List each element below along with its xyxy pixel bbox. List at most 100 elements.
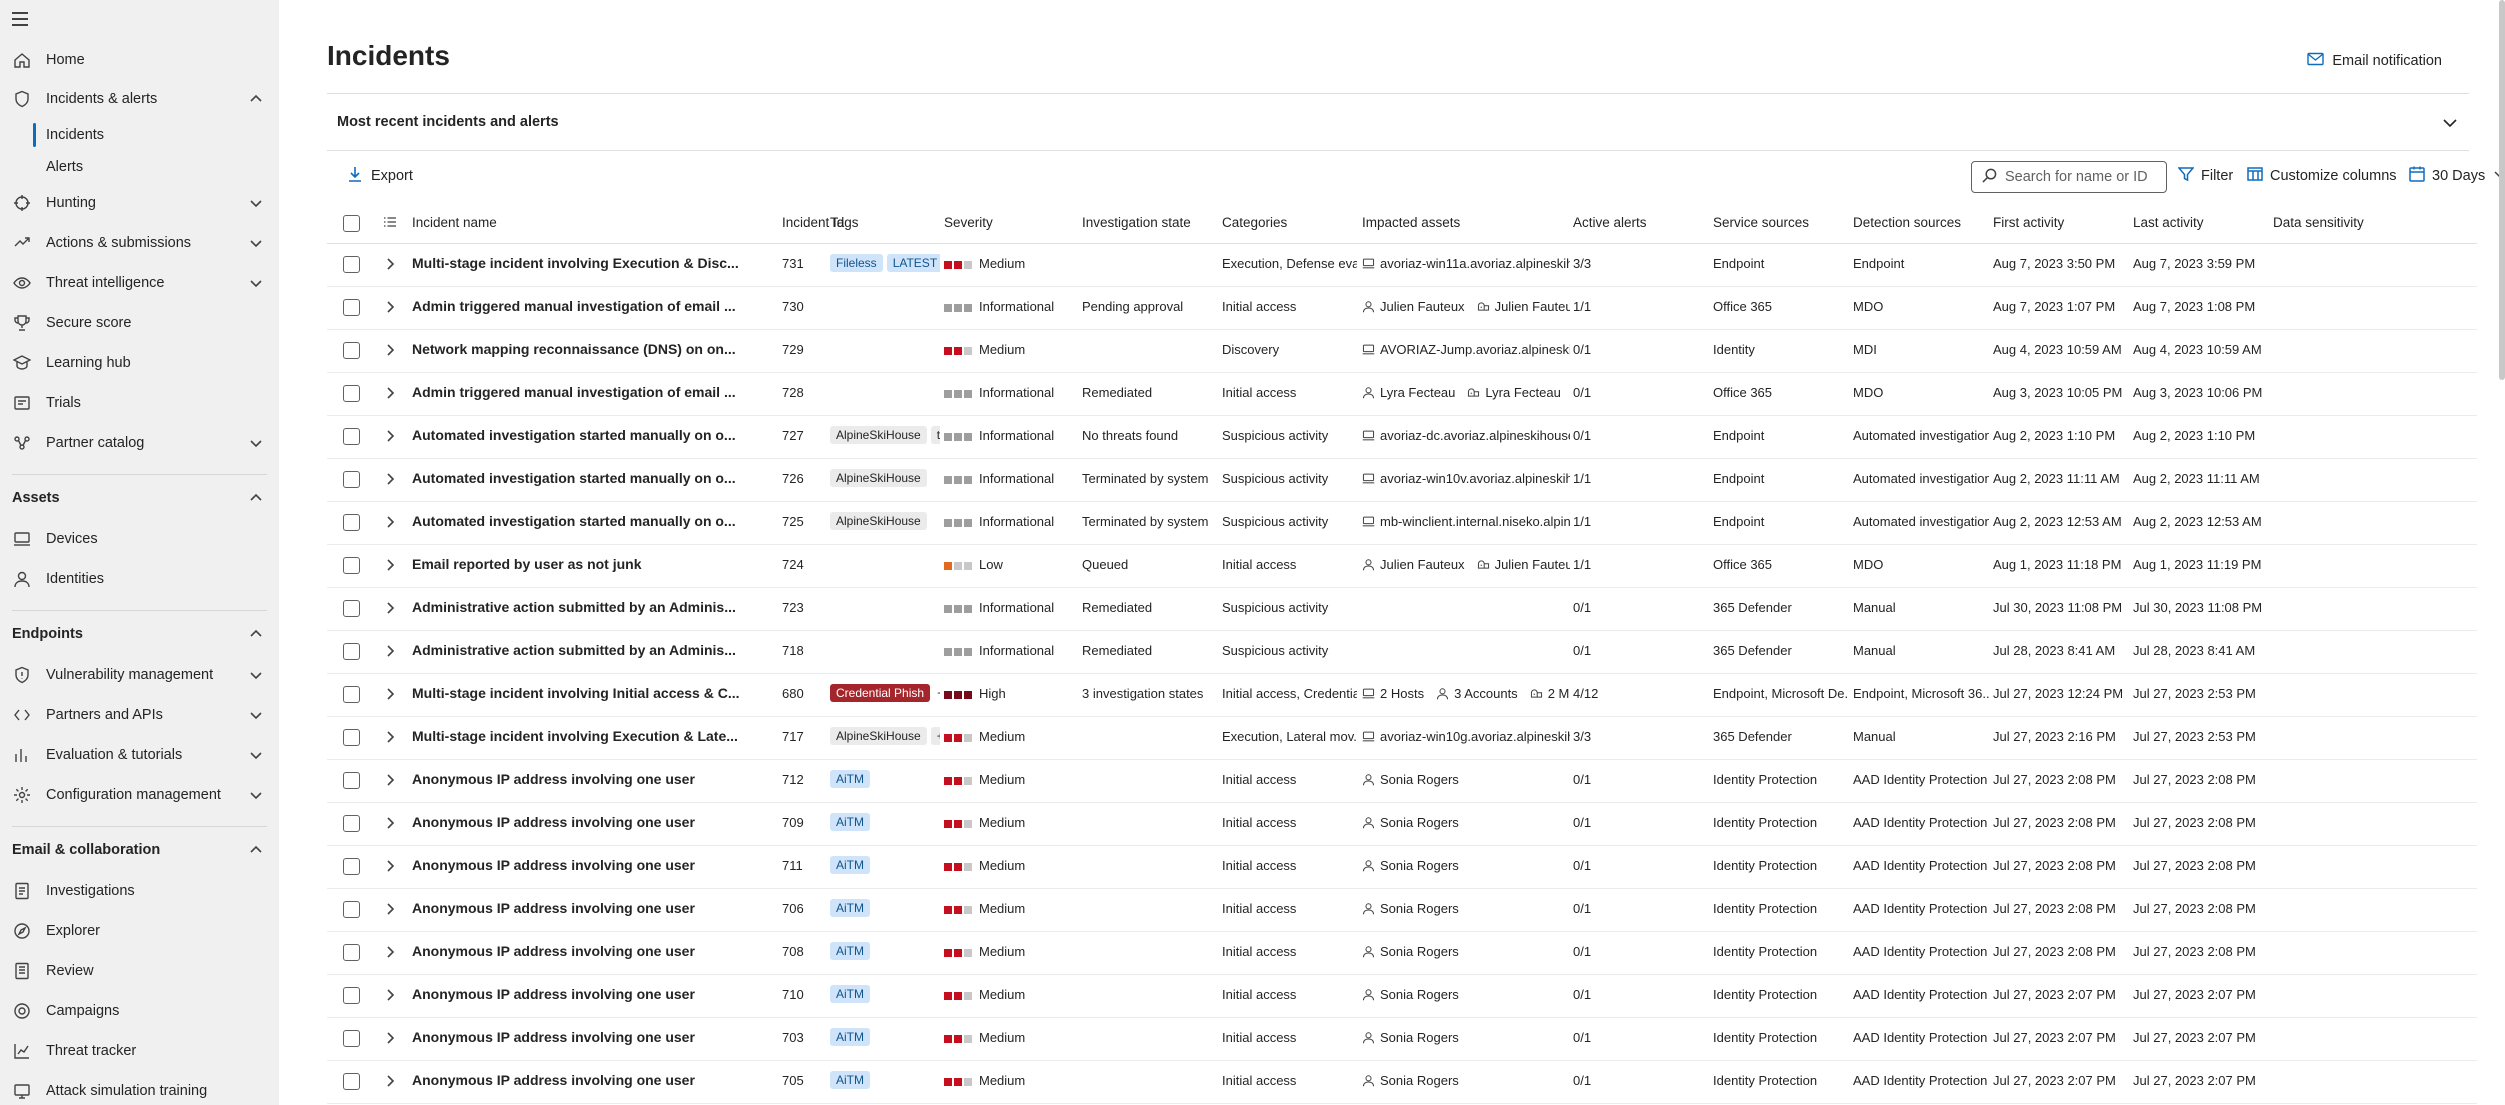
sidebar-item-identities[interactable]: Identities	[0, 559, 279, 599]
list-icon[interactable]	[383, 215, 397, 229]
sidebar-item-email-and-collaboration[interactable]: Email & collaboration	[0, 830, 279, 870]
sidebar-item-alerts[interactable]: Alerts	[0, 147, 279, 187]
row-checkbox[interactable]	[343, 729, 360, 746]
filter-button[interactable]: Filter	[2177, 166, 2233, 186]
chevron-right-icon[interactable]	[383, 773, 399, 789]
table-row[interactable]: Anonymous IP address involving one user 7…	[327, 889, 2477, 932]
cell-name[interactable]: Automated investigation started manually…	[412, 427, 767, 443]
cell-name[interactable]: Automated investigation started manually…	[412, 513, 767, 529]
cell-name[interactable]: Multi-stage incident involving Execution…	[412, 728, 767, 744]
search-input[interactable]	[2005, 169, 2155, 185]
email-notification-button[interactable]: Email notification	[2307, 52, 2442, 70]
row-checkbox[interactable]	[343, 987, 360, 1004]
sidebar-item-vulnerability-management[interactable]: Vulnerability management	[0, 655, 279, 695]
table-row[interactable]: Automated investigation started manually…	[327, 416, 2477, 459]
export-button[interactable]: Export	[347, 166, 413, 186]
sidebar-item-incidents-and-alerts[interactable]: Incidents & alerts	[0, 79, 279, 119]
row-checkbox[interactable]	[343, 342, 360, 359]
customize-columns-button[interactable]: Customize columns	[2247, 166, 2397, 186]
column-header-categories[interactable]: Categories	[1222, 215, 1287, 230]
table-row[interactable]: Automated investigation started manually…	[327, 459, 2477, 502]
cell-name[interactable]: Admin triggered manual investigation of …	[412, 384, 767, 400]
sidebar-item-devices[interactable]: Devices	[0, 519, 279, 559]
table-row[interactable]: Anonymous IP address involving one user 7…	[327, 846, 2477, 889]
column-header-alerts[interactable]: Active alerts	[1573, 215, 1647, 230]
row-checkbox[interactable]	[343, 385, 360, 402]
chevron-right-icon[interactable]	[383, 1031, 399, 1047]
chevron-right-icon[interactable]	[383, 386, 399, 402]
table-row[interactable]: Anonymous IP address involving one user 7…	[327, 1061, 2477, 1104]
sidebar-item-partners-and-apis[interactable]: Partners and APIs	[0, 695, 279, 735]
sidebar-item-secure-score[interactable]: Secure score	[0, 303, 279, 343]
chevron-right-icon[interactable]	[383, 343, 399, 359]
sidebar-item-attack-simulation-training[interactable]: Attack simulation training	[0, 1071, 279, 1105]
row-checkbox[interactable]	[343, 1073, 360, 1090]
chevron-right-icon[interactable]	[383, 988, 399, 1004]
chevron-right-icon[interactable]	[383, 558, 399, 574]
column-header-severity[interactable]: Severity	[944, 215, 993, 230]
row-checkbox[interactable]	[343, 428, 360, 445]
table-row[interactable]: Multi-stage incident involving Initial a…	[327, 674, 2477, 717]
chevron-right-icon[interactable]	[383, 1074, 399, 1090]
row-checkbox[interactable]	[343, 557, 360, 574]
row-checkbox[interactable]	[343, 901, 360, 918]
sidebar-item-explorer[interactable]: Explorer	[0, 911, 279, 951]
cell-name[interactable]: Network mapping reconnaissance (DNS) on …	[412, 341, 767, 357]
recent-incidents-expander[interactable]: Most recent incidents and alerts	[327, 93, 2469, 151]
row-checkbox[interactable]	[343, 944, 360, 961]
table-row[interactable]: Administrative action submitted by an Ad…	[327, 588, 2477, 631]
column-header-name[interactable]: Incident name	[412, 215, 497, 230]
row-checkbox[interactable]	[343, 600, 360, 617]
cell-name[interactable]: Administrative action submitted by an Ad…	[412, 599, 767, 615]
table-row[interactable]: Network mapping reconnaissance (DNS) on …	[327, 330, 2477, 373]
cell-name[interactable]: Anonymous IP address involving one user	[412, 857, 767, 873]
sidebar-item-evaluation-and-tutorials[interactable]: Evaluation & tutorials	[0, 735, 279, 775]
chevron-right-icon[interactable]	[383, 429, 399, 445]
cell-name[interactable]: Anonymous IP address involving one user	[412, 814, 767, 830]
chevron-right-icon[interactable]	[383, 601, 399, 617]
chevron-right-icon[interactable]	[383, 859, 399, 875]
sidebar-item-configuration-management[interactable]: Configuration management	[0, 775, 279, 815]
sidebar-item-review[interactable]: Review	[0, 951, 279, 991]
chevron-right-icon[interactable]	[383, 257, 399, 273]
table-row[interactable]: Anonymous IP address involving one user 7…	[327, 803, 2477, 846]
date-range-dropdown[interactable]: 30 Days	[2409, 166, 2505, 186]
chevron-right-icon[interactable]	[383, 472, 399, 488]
row-checkbox[interactable]	[343, 772, 360, 789]
row-checkbox[interactable]	[343, 514, 360, 531]
sidebar-item-assets[interactable]: Assets	[0, 478, 279, 518]
select-all-checkbox[interactable]	[343, 215, 360, 232]
sidebar-item-endpoints[interactable]: Endpoints	[0, 614, 279, 654]
cell-name[interactable]: Anonymous IP address involving one user	[412, 943, 767, 959]
table-row[interactable]: Admin triggered manual investigation of …	[327, 287, 2477, 330]
sidebar-item-actions-and-submissions[interactable]: Actions & submissions	[0, 223, 279, 263]
sidebar-item-home[interactable]: Home	[0, 40, 279, 80]
chevron-right-icon[interactable]	[383, 515, 399, 531]
table-row[interactable]: Administrative action submitted by an Ad…	[327, 631, 2477, 674]
column-header-service[interactable]: Service sources	[1713, 215, 1809, 230]
table-row[interactable]: Multi-stage incident involving Execution…	[327, 244, 2477, 287]
cell-name[interactable]: Anonymous IP address involving one user	[412, 1029, 767, 1045]
row-checkbox[interactable]	[343, 858, 360, 875]
column-header-detection[interactable]: Detection sources	[1853, 215, 1961, 230]
table-row[interactable]: Automated investigation started manually…	[327, 502, 2477, 545]
row-checkbox[interactable]	[343, 471, 360, 488]
row-checkbox[interactable]	[343, 643, 360, 660]
table-row[interactable]: Admin triggered manual investigation of …	[327, 373, 2477, 416]
chevron-right-icon[interactable]	[383, 687, 399, 703]
cell-name[interactable]: Admin triggered manual investigation of …	[412, 298, 767, 314]
search-box[interactable]	[1971, 161, 2167, 193]
sidebar-item-trials[interactable]: Trials	[0, 383, 279, 423]
table-row[interactable]: Anonymous IP address involving one user 7…	[327, 932, 2477, 975]
row-checkbox[interactable]	[343, 299, 360, 316]
cell-name[interactable]: Administrative action submitted by an Ad…	[412, 642, 767, 658]
hamburger-menu-icon[interactable]	[12, 8, 34, 30]
cell-name[interactable]: Automated investigation started manually…	[412, 470, 767, 486]
column-header-first[interactable]: First activity	[1993, 215, 2064, 230]
sidebar-item-threat-tracker[interactable]: Threat tracker	[0, 1031, 279, 1071]
sidebar-item-partner-catalog[interactable]: Partner catalog	[0, 423, 279, 463]
cell-name[interactable]: Anonymous IP address involving one user	[412, 900, 767, 916]
chevron-right-icon[interactable]	[383, 644, 399, 660]
row-checkbox[interactable]	[343, 1030, 360, 1047]
column-header-state[interactable]: Investigation state	[1082, 215, 1191, 230]
